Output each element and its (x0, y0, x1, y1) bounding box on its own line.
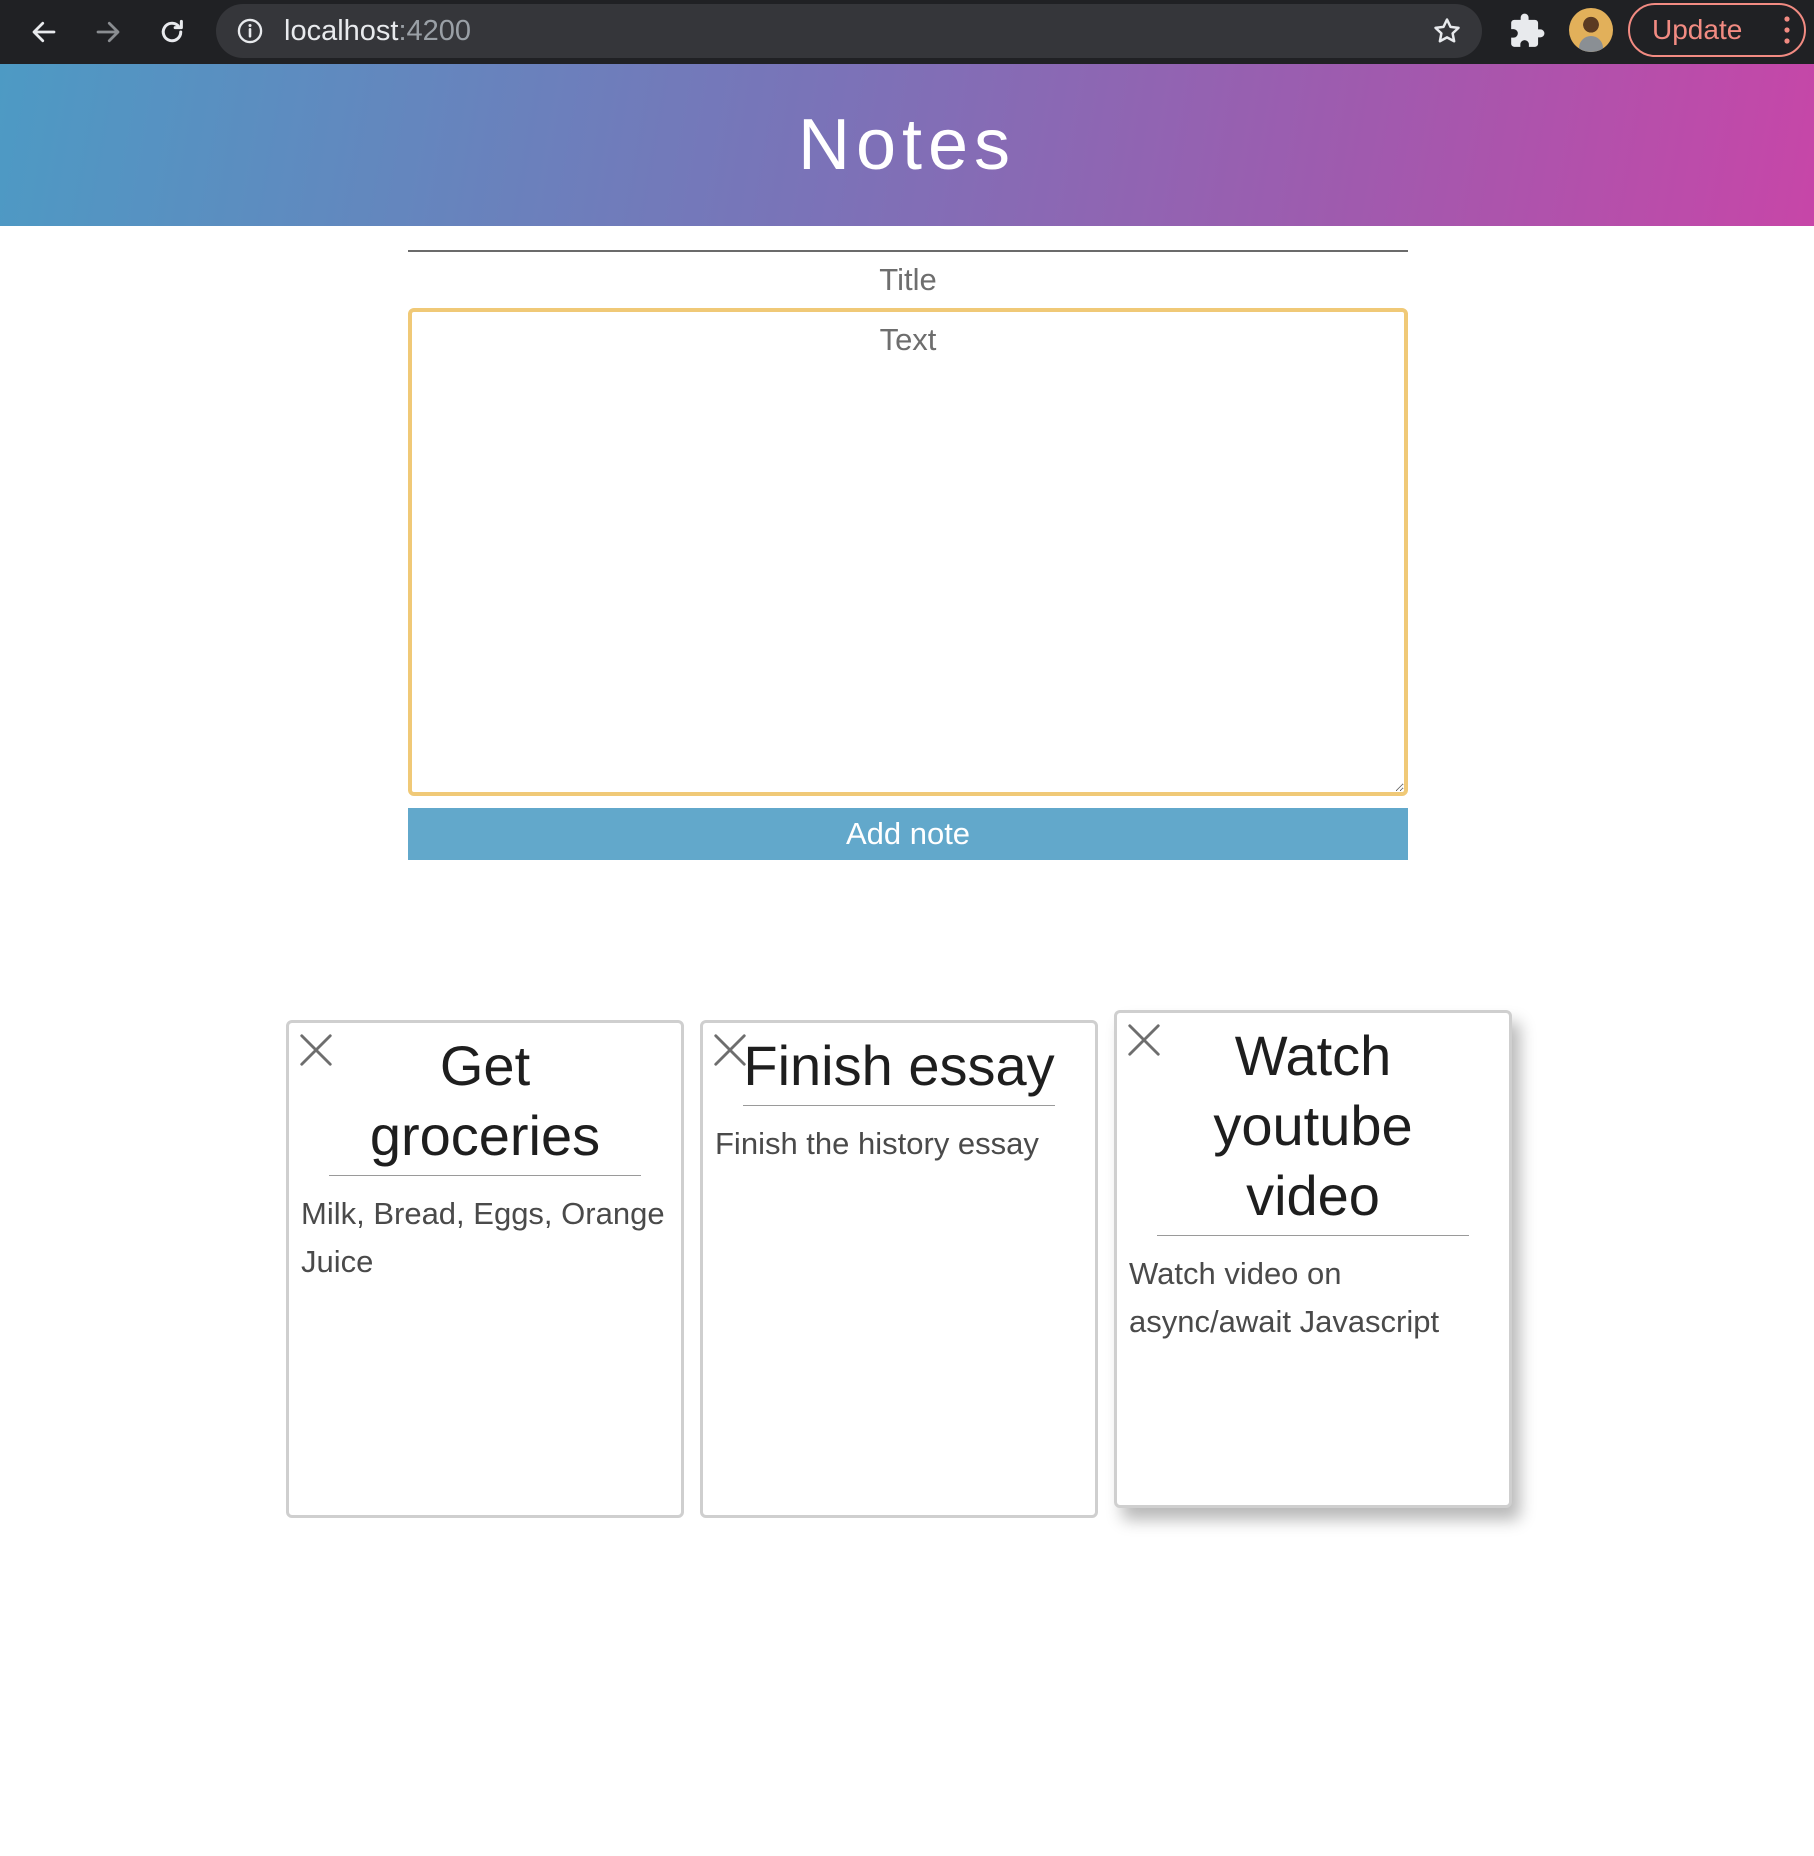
arrow-left-icon (32, 21, 56, 43)
browser-toolbar: localhost:4200 Update (0, 0, 1814, 64)
title-input[interactable] (408, 250, 1408, 308)
note-body: Watch video on async/await Javascript (1129, 1256, 1440, 1339)
bookmark-star-icon[interactable] (1432, 16, 1462, 46)
update-label: Update (1652, 14, 1743, 45)
url-host: localhost (284, 15, 399, 47)
note-card: Watch youtube video Watch video on async… (1114, 1010, 1512, 1508)
forward-button[interactable] (80, 0, 136, 64)
close-icon[interactable] (711, 1031, 749, 1069)
extensions-puzzle-icon[interactable] (1508, 12, 1546, 50)
note-form: Add note (408, 250, 1408, 860)
arrow-right-icon (96, 21, 120, 43)
more-vert-icon (1784, 16, 1790, 44)
note-card: Get groceries Milk, Bread, Eggs, Orange … (286, 1020, 684, 1518)
text-input[interactable] (408, 308, 1408, 796)
reload-icon (161, 19, 183, 43)
close-icon[interactable] (297, 1031, 335, 1069)
add-note-button[interactable]: Add note (408, 808, 1408, 860)
back-button[interactable] (16, 0, 72, 64)
update-button[interactable]: Update (1628, 3, 1806, 57)
url-text: localhost:4200 (284, 4, 471, 58)
note-body: Milk, Bread, Eggs, Orange Juice (301, 1196, 665, 1279)
note-title: Watch youtube video (1157, 1021, 1469, 1236)
close-icon[interactable] (1125, 1021, 1163, 1059)
app-header: Notes (0, 64, 1814, 226)
note-title: Get groceries (329, 1031, 641, 1176)
url-port: :4200 (398, 15, 472, 47)
note-card: Finish essay Finish the history essay (700, 1020, 1098, 1518)
address-bar[interactable]: localhost:4200 (216, 4, 1482, 58)
reload-button[interactable] (144, 0, 200, 64)
note-title: Finish essay (743, 1031, 1055, 1106)
note-body: Finish the history essay (715, 1126, 1039, 1161)
app-title: Notes (797, 105, 1017, 185)
info-icon[interactable] (236, 17, 264, 45)
profile-avatar[interactable] (1569, 8, 1613, 52)
